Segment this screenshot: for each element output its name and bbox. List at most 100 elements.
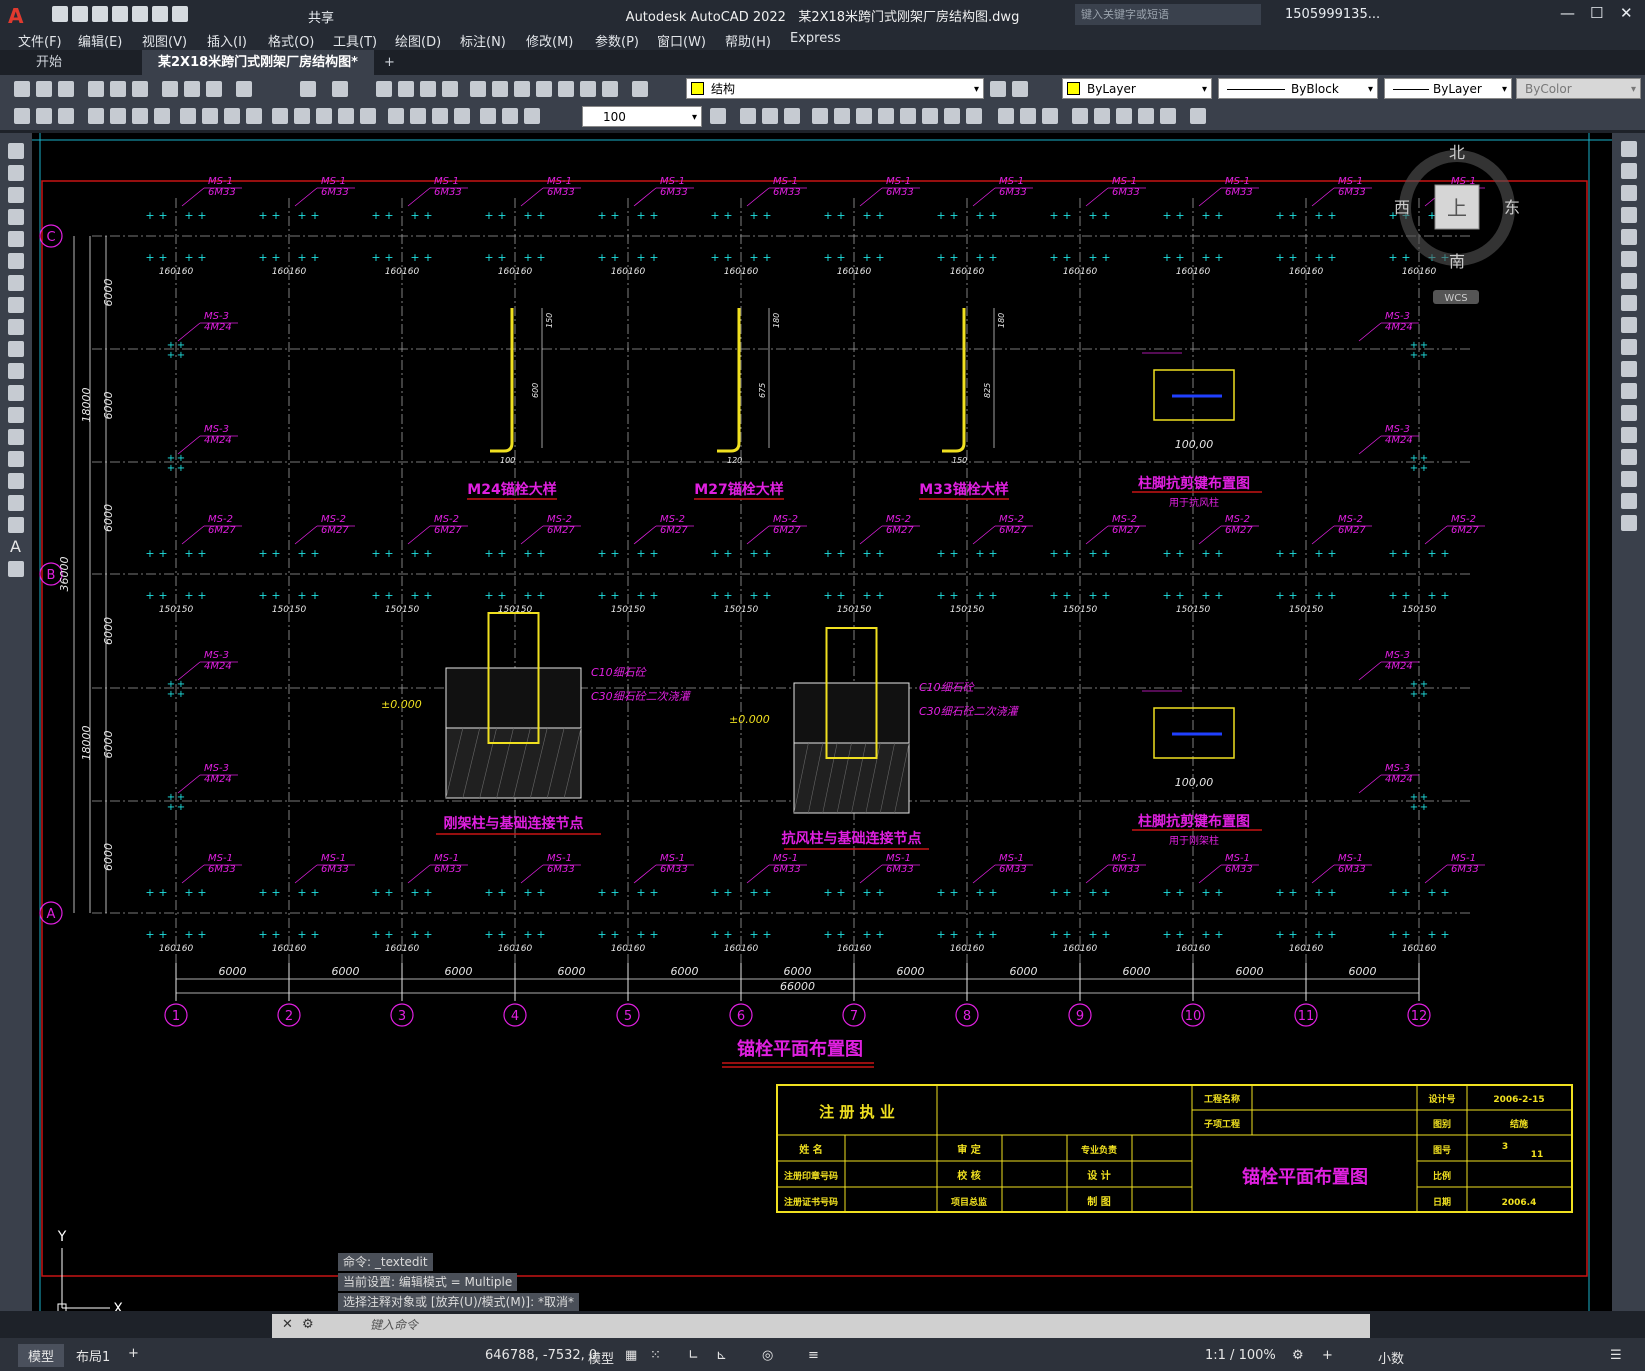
layer-dropdown[interactable]: 结构 ▾: [686, 78, 984, 99]
dim-update-icon[interactable]: [524, 108, 540, 124]
block-insert-icon[interactable]: [740, 108, 756, 124]
plot-icon[interactable]: [88, 81, 104, 97]
grid-icon[interactable]: ▦: [625, 1348, 637, 1363]
dim-radius-icon[interactable]: [180, 108, 196, 124]
erase-icon[interactable]: [1621, 141, 1637, 157]
drawing-canvas[interactable]: 1 2 3 4 5 6 7 8 9 10 11 12 6000 6000 6000 6000 6000 6000 6…: [32, 133, 1612, 1311]
explode-icon[interactable]: [1621, 515, 1637, 531]
help-icon[interactable]: [602, 81, 618, 97]
chamfer-icon[interactable]: [1621, 449, 1637, 465]
table-icon[interactable]: [8, 517, 24, 533]
point-icon[interactable]: [8, 429, 24, 445]
insert-block-icon[interactable]: [8, 385, 24, 401]
osnap-icon[interactable]: ◎: [762, 1348, 773, 1363]
revcloud-icon[interactable]: [8, 297, 24, 313]
linetype-dropdown[interactable]: ByBlock ▾: [1218, 78, 1378, 99]
pan-icon[interactable]: [376, 81, 392, 97]
menu-edit[interactable]: 编辑(E): [78, 31, 122, 50]
dim-space-icon[interactable]: [338, 108, 354, 124]
rectangle-icon[interactable]: [8, 231, 24, 247]
lineweight-toggle-icon[interactable]: ≡: [808, 1348, 819, 1363]
close-icon[interactable]: ✕: [1620, 4, 1633, 22]
join-icon[interactable]: [1621, 427, 1637, 443]
menu-view[interactable]: 视图(V): [142, 31, 187, 50]
menu-format[interactable]: 格式(O): [268, 31, 314, 50]
ellipse-arc-icon[interactable]: [8, 363, 24, 379]
menu-express[interactable]: Express: [790, 31, 841, 46]
block-create-icon[interactable]: [762, 108, 778, 124]
spline-icon[interactable]: [8, 319, 24, 335]
xref-icon[interactable]: [1072, 108, 1088, 124]
dim-arc-icon[interactable]: [132, 108, 148, 124]
make-block-icon[interactable]: [8, 407, 24, 423]
layout1-tab[interactable]: 布局1: [66, 1344, 120, 1367]
layer-manager-icon[interactable]: [632, 81, 648, 97]
break-at-point-icon[interactable]: [1621, 383, 1637, 399]
menu-modify[interactable]: 修改(M): [526, 31, 573, 50]
group-icon[interactable]: [998, 108, 1014, 124]
dim-edit-icon[interactable]: [480, 108, 496, 124]
color-dropdown[interactable]: ByLayer ▾: [1062, 78, 1212, 99]
extend-tool-icon[interactable]: [1621, 361, 1637, 377]
scale-tool-icon[interactable]: [1621, 295, 1637, 311]
undo-icon-2[interactable]: [300, 81, 316, 97]
plus-icon[interactable]: +: [1322, 1348, 1333, 1363]
menu-parameter[interactable]: 参数(P): [595, 31, 639, 50]
dim-break-icon[interactable]: [360, 108, 376, 124]
save-icon-2[interactable]: [58, 81, 74, 97]
qdim-icon[interactable]: [272, 108, 288, 124]
open-icon[interactable]: [36, 81, 52, 97]
new-tab-icon[interactable]: +: [368, 50, 411, 75]
menu-tools[interactable]: 工具(T): [333, 31, 377, 50]
dim-jogged-icon[interactable]: [202, 108, 218, 124]
units-dropdown[interactable]: 小数: [1378, 1348, 1404, 1367]
trim-icon[interactable]: [922, 108, 938, 124]
markup-icon[interactable]: [558, 81, 574, 97]
lineweight-dropdown[interactable]: ByLayer ▾: [1384, 78, 1512, 99]
ungroup-icon[interactable]: [1020, 108, 1036, 124]
open-file-icon[interactable]: [72, 6, 88, 22]
tab-drawing[interactable]: 某2X18米跨门式刚架厂房结构图*: [142, 50, 374, 75]
construction-line-icon[interactable]: [8, 165, 24, 181]
annotation-scale[interactable]: 1:1 / 100%: [1205, 1348, 1276, 1363]
model-space-toggle[interactable]: 模型: [588, 1348, 614, 1367]
layer-previous-icon[interactable]: [1012, 81, 1028, 97]
properties-icon[interactable]: [470, 81, 486, 97]
extend-icon[interactable]: [944, 108, 960, 124]
trim-tool-icon[interactable]: [1621, 339, 1637, 355]
preview-icon[interactable]: [110, 81, 126, 97]
group-edit-icon[interactable]: [1042, 108, 1058, 124]
tab-start[interactable]: 开始: [20, 50, 78, 75]
sheetset-icon[interactable]: [536, 81, 552, 97]
command-input[interactable]: 键入命令: [370, 1316, 418, 1333]
array-icon[interactable]: [1621, 229, 1637, 245]
redo-icon-2[interactable]: [332, 81, 348, 97]
polar-icon[interactable]: ⊾: [716, 1348, 727, 1363]
paste-icon[interactable]: [206, 81, 222, 97]
dim-ordinate-icon[interactable]: [154, 108, 170, 124]
ellipse-icon[interactable]: [8, 341, 24, 357]
print-icon[interactable]: [132, 6, 148, 22]
designcenter-icon[interactable]: [492, 81, 508, 97]
toolpalette-icon[interactable]: [514, 81, 530, 97]
plotstyle-dropdown[interactable]: ByColor ▾: [1516, 78, 1641, 99]
search-input[interactable]: 键入关键字或短语: [1075, 4, 1261, 25]
save-as-icon[interactable]: [112, 6, 128, 22]
arc-icon[interactable]: [8, 253, 24, 269]
copy-tool-icon[interactable]: [1621, 163, 1637, 179]
line-icon[interactable]: [8, 143, 24, 159]
dim-scale-dropdown[interactable]: 100 ▾: [582, 106, 702, 127]
model-tab[interactable]: 模型: [18, 1344, 65, 1367]
hatch-icon[interactable]: [8, 451, 24, 467]
share-button[interactable]: 共享: [308, 7, 334, 26]
menu-draw[interactable]: 绘图(D): [395, 31, 441, 50]
stretch-icon[interactable]: [900, 108, 916, 124]
cut-icon[interactable]: [162, 81, 178, 97]
text-style-icon[interactable]: [36, 108, 52, 124]
add-layout-icon[interactable]: +: [118, 1344, 149, 1363]
clip-icon[interactable]: [1116, 108, 1132, 124]
tolerance-icon[interactable]: [388, 108, 404, 124]
menu-window[interactable]: 窗口(W): [657, 31, 706, 50]
dim-angular-icon[interactable]: [246, 108, 262, 124]
table-style-icon[interactable]: [58, 108, 74, 124]
